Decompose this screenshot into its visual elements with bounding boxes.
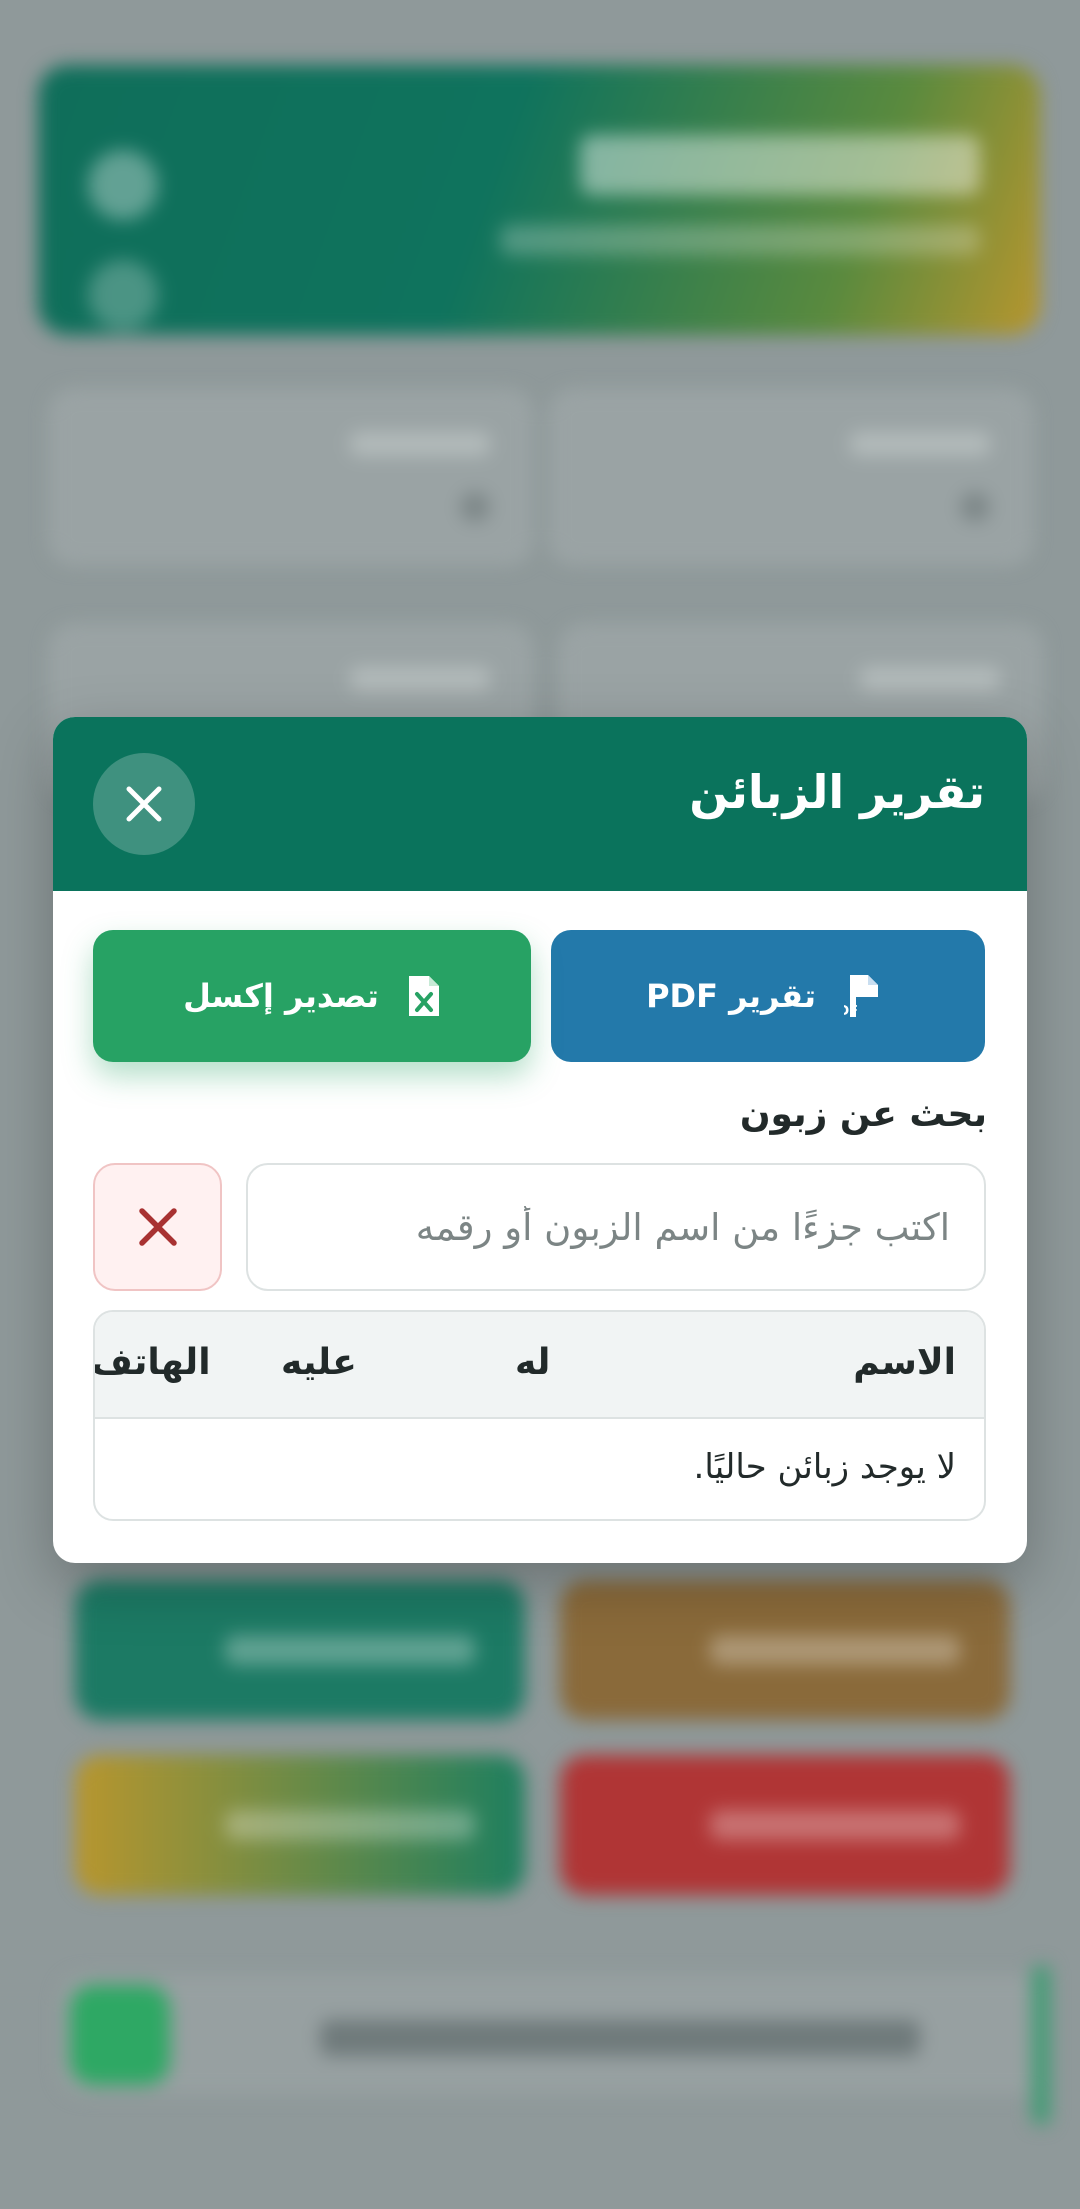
column-header-debit[interactable]: عليه: [281, 1342, 357, 1383]
clear-icon: [139, 1208, 177, 1246]
background-button: [75, 1755, 525, 1895]
background-button: [560, 1580, 1010, 1720]
export-excel-label: تصدير إكسل: [183, 977, 379, 1015]
close-button[interactable]: [93, 753, 195, 855]
file-pdf-icon: PDF: [844, 975, 878, 1019]
background-bottom-bar: [60, 1965, 1050, 2125]
table-header: الاسم له عليه الهاتف: [95, 1312, 984, 1419]
pdf-report-button[interactable]: PDF تقرير PDF: [551, 930, 985, 1062]
pdf-report-label: تقرير PDF: [646, 977, 816, 1015]
modal-header: تقرير الزبائن: [53, 717, 1027, 891]
modal-title: تقرير الزبائن: [689, 765, 985, 819]
background-card: [50, 390, 532, 564]
close-icon: [126, 786, 162, 822]
background-button: [75, 1580, 525, 1720]
background-header: [38, 65, 1040, 335]
svg-text:PDF: PDF: [844, 1004, 858, 1019]
column-header-credit[interactable]: له: [515, 1342, 550, 1383]
background-card: [550, 390, 1032, 564]
customer-search-input[interactable]: [246, 1163, 986, 1291]
file-excel-icon: [408, 976, 439, 1016]
search-label: بحث عن زبون: [739, 1094, 987, 1135]
background-button: [560, 1755, 1010, 1895]
customers-table: الاسم له عليه الهاتف لا يوجد زبائن حاليً…: [93, 1310, 986, 1521]
empty-table-message: لا يوجد زبائن حاليًا.: [693, 1447, 956, 1487]
column-header-phone[interactable]: الهاتف: [95, 1342, 211, 1383]
export-excel-button[interactable]: تصدير إكسل: [93, 930, 531, 1062]
clear-search-button[interactable]: [93, 1163, 222, 1291]
customers-report-modal: تقرير الزبائن PDF تقرير PDF تصدير إكسل ب…: [53, 717, 1027, 1563]
column-header-name[interactable]: الاسم: [853, 1342, 956, 1383]
